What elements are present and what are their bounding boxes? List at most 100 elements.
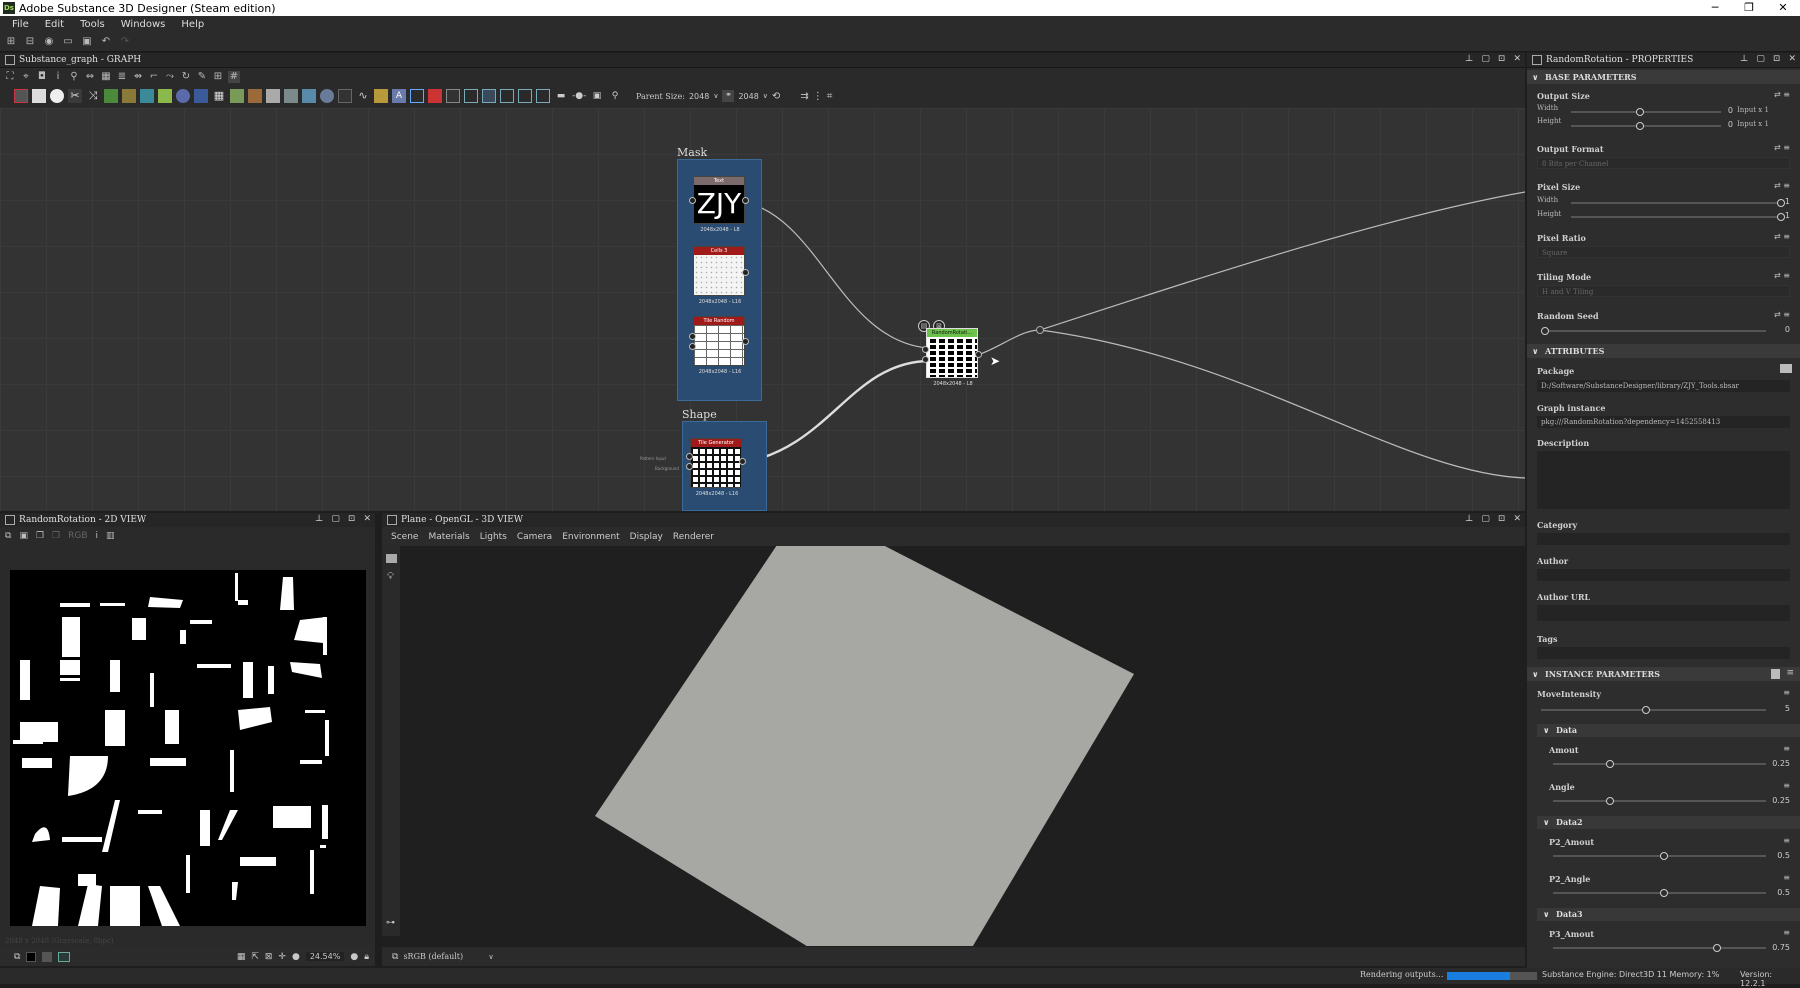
layers-icon[interactable]: ⧉ [14,952,20,962]
float-icon[interactable]: ▢ [1481,514,1490,524]
tab-environment[interactable]: Environment [562,532,619,542]
gradient-icon[interactable] [140,89,154,103]
frame-icon[interactable]: ⛶ [4,71,16,83]
float-icon[interactable]: ▢ [1756,54,1765,64]
move-intensity-value[interactable]: 5 [1750,704,1790,713]
wave-icon[interactable]: ∿ [356,89,370,103]
maximize-panel-icon[interactable]: ⊡ [348,514,356,524]
view-grid-icon[interactable] [464,89,478,103]
zoom-out-icon[interactable]: ● [292,952,300,962]
paste-icon[interactable]: ❐ [52,531,60,541]
warp-icon[interactable] [122,89,136,103]
distance-icon[interactable] [248,89,262,103]
pin-icon[interactable]: ⊥ [315,514,323,524]
input-port[interactable] [686,453,693,460]
group-data2[interactable]: Data2 [1537,816,1800,829]
amout-slider[interactable] [1553,760,1766,768]
frame-node-icon[interactable]: ▣ [590,89,604,103]
output-node-icon[interactable] [446,89,460,103]
close-panel-icon[interactable]: ✕ [1788,54,1796,64]
tab-materials[interactable]: Materials [428,532,469,542]
output-port[interactable] [742,269,749,276]
angle-slider[interactable] [1553,797,1766,805]
section-instance-parameters[interactable]: INSTANCE PARAMETERS [1527,667,1800,681]
pixel-ratio-dropdown[interactable]: Square [1537,246,1790,258]
output-width-value[interactable]: 0 [1693,106,1733,115]
input-port[interactable] [689,197,696,204]
tile-icon[interactable]: ⇱ [251,952,259,962]
view-4-icon[interactable] [518,89,532,103]
fill-icon[interactable] [50,89,64,103]
gray-bg-icon[interactable] [42,951,53,962]
maximize-panel-icon[interactable]: ⊡ [1773,54,1781,64]
close-panel-icon[interactable]: ✕ [1513,54,1521,64]
menu-edit[interactable]: Edit [45,19,64,30]
black-bg-icon[interactable] [26,951,37,962]
close-panel-icon[interactable]: ✕ [363,514,371,524]
output-port[interactable] [975,351,982,358]
center-icon[interactable]: ✛ [278,952,286,962]
param-menu-icon[interactable]: ≡ [1783,688,1790,697]
channels-icon[interactable]: RGB [68,531,87,541]
colorspace-select[interactable]: sRGB (default) [403,952,483,961]
new-package-icon[interactable]: ⊟ [24,36,36,48]
pin-icon[interactable]: ⊥ [1465,54,1473,64]
comment-icon[interactable]: ▬ [554,89,568,103]
zoom-icon[interactable]: ⚲ [68,71,80,83]
tab-display[interactable]: Display [630,532,663,542]
bitmap-node-icon[interactable] [14,89,28,103]
node-tile-generator[interactable]: Tile Generator 2048x2048 - L16 [686,438,746,497]
scene-tree-icon[interactable]: ⊶ [386,918,395,928]
minimize-icon[interactable]: ─ [1698,0,1732,16]
input-port[interactable] [689,333,696,340]
blend-icon[interactable]: ✂ [68,89,82,103]
float-icon[interactable]: ▢ [331,514,340,524]
preset-icon[interactable] [1771,669,1780,679]
p2-angle-slider[interactable] [1553,889,1766,897]
maximize-icon[interactable]: ❐ [1732,0,1766,16]
hsl-icon[interactable] [194,89,208,103]
menu-file[interactable]: File [12,19,29,30]
move-intensity-slider[interactable] [1541,706,1766,714]
cycle-icon[interactable]: ↻ [180,71,192,83]
dot-node-icon[interactable]: -●- [572,89,586,103]
amout-value[interactable]: 0.25 [1750,759,1790,768]
graph-instance-field[interactable]: pkg:///RandomRotation?dependency=1452558… [1537,416,1790,428]
pin-node-icon[interactable]: ⚲ [608,89,622,103]
histogram-icon[interactable]: ▥ [106,531,115,541]
grid-icon[interactable]: ▦ [100,71,112,83]
curve-icon[interactable] [104,89,118,103]
lock-icon[interactable]: 🔒︎ [364,952,369,962]
float-icon[interactable]: ▢ [1481,54,1490,64]
node-text[interactable]: Text ZJY 2048x2048 - L8 [689,176,749,233]
size-select[interactable]: 2048 [738,92,758,101]
view-2-icon[interactable] [482,89,496,103]
connect-icon[interactable]: ⇴ [132,71,144,83]
output-port[interactable] [742,197,749,204]
output-height-value[interactable]: 0 [1693,120,1733,129]
tab-scene[interactable]: Scene [391,532,418,542]
normal-icon[interactable] [176,89,190,103]
zoom-input[interactable]: 24.54% [305,952,345,961]
param-menu-icon[interactable]: ≡ [1783,781,1790,790]
route-icon[interactable]: ⤳ [164,71,176,83]
p2-amout-value[interactable]: 0.5 [1750,851,1790,860]
fit-icon[interactable]: ⌖ [20,71,32,83]
param-link-icon[interactable]: ⇄ ≡ [1774,90,1790,99]
param-menu-icon[interactable]: ≡ [1783,836,1790,845]
section-attributes[interactable]: ATTRIBUTES [1527,344,1800,358]
view3d-panel[interactable]: 💡︎ ⊶ [382,527,1525,955]
mountain-icon[interactable] [302,89,316,103]
shuffle-icon[interactable]: ⤨ [86,89,100,103]
p3-amout-value[interactable]: 0.75 [1750,943,1790,952]
branch-icon[interactable]: ⌐ [148,71,160,83]
output-port[interactable] [742,338,749,345]
param-link-icon[interactable]: ⇄ ≡ [1774,310,1790,319]
tool-icon[interactable]: ✎ [196,71,208,83]
svg-node-icon[interactable]: A [392,89,406,103]
node-random-rotation[interactable]: RandomRotati... 2048x2048 - L8 [922,328,982,387]
view2d-image[interactable] [10,570,366,926]
info-icon[interactable]: i [52,71,64,83]
group-data[interactable]: Data [1537,724,1800,737]
tab-lights[interactable]: Lights [480,532,507,542]
